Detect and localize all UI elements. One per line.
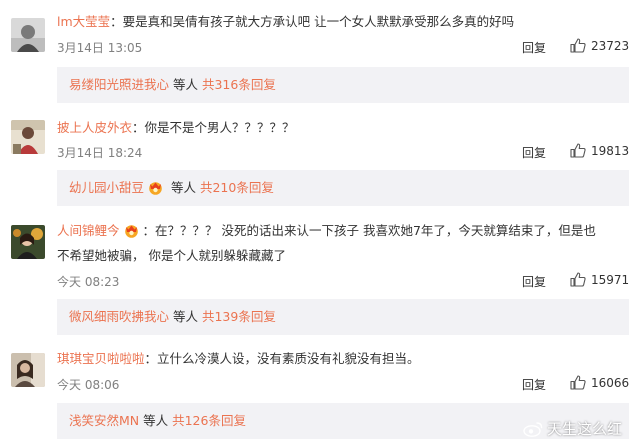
- like-count: 19813: [591, 143, 630, 158]
- like-button[interactable]: 16066: [570, 375, 629, 390]
- reply-summary-count[interactable]: 共316条回复: [202, 77, 276, 92]
- reply-summary[interactable]: 微风细雨吹拂我心 等人 共139条回复: [57, 299, 629, 335]
- like-button[interactable]: 15971: [570, 272, 629, 287]
- reply-button[interactable]: 回复: [522, 39, 546, 56]
- comment-username[interactable]: 人间锦鲤今: [57, 223, 120, 238]
- comment-line: lm大莹莹：要是真和吴倩有孩子就大方承认吧 让一个女人默默承受那么多真的好吗: [57, 13, 514, 31]
- reply-summary-count[interactable]: 共139条回复: [202, 309, 276, 324]
- comment-line: 披上人皮外衣：你是不是个男人？？？？？: [57, 119, 295, 137]
- reply-summary-label: 等人: [139, 413, 173, 428]
- colon: ：: [132, 120, 145, 135]
- reply-summary-count[interactable]: 共126条回复: [172, 413, 246, 428]
- avatar[interactable]: [11, 353, 45, 387]
- avatar[interactable]: [11, 18, 45, 52]
- reply-button[interactable]: 回复: [522, 273, 546, 290]
- avatar[interactable]: [11, 120, 45, 154]
- comment-text: 在？？？？ 没死的话出来认一下孩子 我喜欢她7年了，今天就算结束了，但是也: [155, 223, 596, 238]
- like-count: 23723: [591, 38, 630, 53]
- weibo-logo-icon: [523, 421, 543, 437]
- reply-button[interactable]: 回复: [522, 376, 546, 393]
- comment-text-cont: 不希望她被骗， 你是个人就别躲躲藏藏了: [57, 248, 286, 263]
- like-count: 15971: [591, 272, 630, 287]
- reply-summary-label: 等人: [167, 180, 200, 195]
- like-count: 16066: [591, 375, 630, 390]
- like-button[interactable]: 19813: [570, 143, 629, 158]
- reply-summary[interactable]: 幼儿园小甜豆 等人 共210条回复: [57, 170, 629, 206]
- comment-time: 3月14日 13:05: [57, 41, 143, 55]
- watermark-text: 天生这么红: [547, 420, 623, 438]
- comment-time: 今天 08:23: [57, 275, 120, 289]
- reply-summary-user[interactable]: 微风细雨吹拂我心: [69, 309, 169, 324]
- comment-line: 琪琪宝贝啦啦啦：立什么冷漠人设，没有素质没有礼貌没有担当。: [57, 350, 420, 368]
- reply-summary-user[interactable]: 浅笑安然MN: [69, 413, 139, 428]
- reply-button[interactable]: 回复: [522, 144, 546, 161]
- avatar[interactable]: [11, 225, 45, 259]
- comment-line: 人间锦鲤今 ：在？？？？ 没死的话出来认一下孩子 我喜欢她7年了，今天就算结束了，…: [57, 222, 596, 240]
- comment-username[interactable]: lm大莹莹: [57, 14, 110, 29]
- reply-summary-count[interactable]: 共210条回复: [200, 180, 274, 195]
- watermark: 天生这么红: [523, 418, 622, 439]
- reply-summary[interactable]: 易缕阳光照进我心 等人 共316条回复: [57, 67, 629, 103]
- comment-username[interactable]: 琪琪宝贝啦啦啦: [57, 351, 145, 366]
- like-button[interactable]: 23723: [570, 38, 629, 53]
- reply-summary-user[interactable]: 易缕阳光照进我心: [69, 77, 169, 92]
- comment-text: 你是不是个男人？？？？？: [144, 120, 295, 135]
- reply-summary-label: 等人: [169, 77, 202, 92]
- comment-username[interactable]: 披上人皮外衣: [57, 120, 132, 135]
- comment-time: 今天 08:06: [57, 378, 120, 392]
- reply-summary-user[interactable]: 幼儿园小甜豆: [69, 180, 144, 195]
- reply-summary-label: 等人: [169, 309, 202, 324]
- vip-crown-badge-icon: [124, 225, 138, 238]
- comment-time: 3月14日 18:24: [57, 146, 143, 160]
- colon: ：: [144, 351, 158, 366]
- thumbs-up-icon: [570, 38, 586, 53]
- comment-text: 立什么冷漠人设，没有素质没有礼貌没有担当。: [157, 351, 420, 366]
- thumbs-up-icon: [570, 375, 586, 390]
- colon: ：: [142, 223, 156, 238]
- colon: ：: [110, 14, 123, 29]
- vip-crown-badge-icon: [149, 182, 162, 195]
- comment-text: 要是真和吴倩有孩子就大方承认吧 让一个女人默默承受那么多真的好吗: [122, 14, 515, 29]
- thumbs-up-icon: [570, 143, 586, 158]
- thumbs-up-icon: [570, 272, 586, 287]
